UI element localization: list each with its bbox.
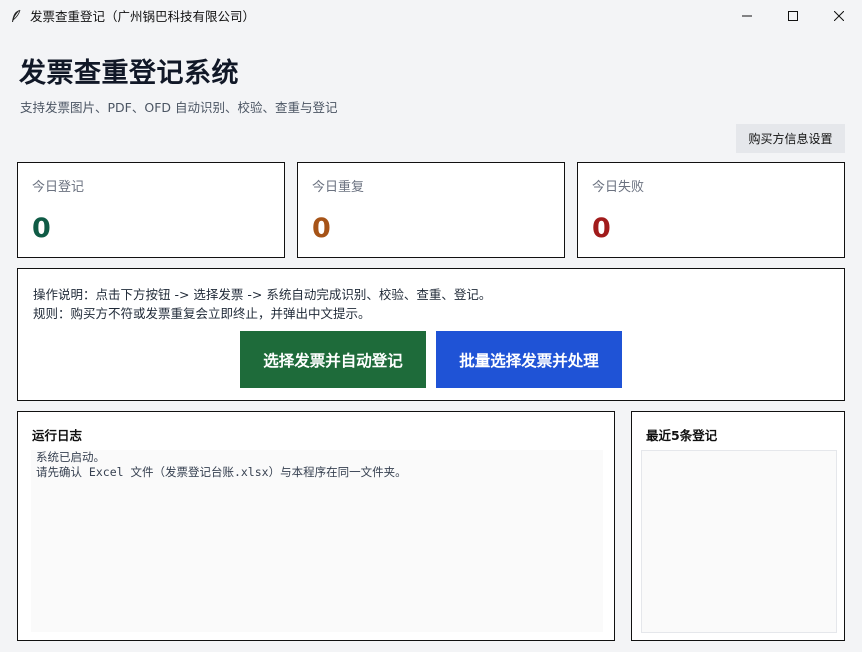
log-line: 系统已启动。 bbox=[36, 450, 105, 464]
rule-line: 规则：购买方不符或发票重复会立即终止，并弹出中文提示。 bbox=[33, 306, 371, 321]
feather-icon bbox=[10, 9, 24, 23]
close-icon bbox=[834, 10, 844, 21]
instruction-line: 操作说明：点击下方按钮 -> 选择发票 -> 系统自动完成识别、校验、查重、登记… bbox=[33, 287, 492, 302]
stat-label: 今日重复 bbox=[312, 180, 365, 195]
minimize-icon bbox=[742, 15, 752, 16]
stat-card-duplicate: 今日重复 0 bbox=[297, 162, 565, 258]
stat-label: 今日失败 bbox=[592, 180, 645, 195]
instructions-panel: 操作说明：点击下方按钮 -> 选择发票 -> 系统自动完成识别、校验、查重、登记… bbox=[17, 268, 845, 401]
window-title: 发票查重登记（广州锅巴科技有限公司） bbox=[30, 9, 256, 24]
stat-value: 0 bbox=[312, 213, 331, 244]
title-bar: 发票查重登记（广州锅巴科技有限公司） bbox=[0, 0, 862, 31]
stat-value: 0 bbox=[32, 213, 51, 244]
page-title: 发票查重登记系统 bbox=[19, 58, 239, 89]
recent-heading: 最近5条登记 bbox=[646, 428, 718, 443]
batch-process-button[interactable]: 批量选择发票并处理 bbox=[436, 331, 622, 388]
log-panel: 运行日志 系统已启动。 请先确认 Excel 文件（发票登记台账.xlsx）与本… bbox=[17, 411, 615, 641]
auto-register-button[interactable]: 选择发票并自动登记 bbox=[240, 331, 426, 388]
log-line: 请先确认 Excel 文件（发票登记台账.xlsx）与本程序在同一文件夹。 bbox=[36, 465, 407, 479]
stat-label: 今日登记 bbox=[32, 180, 85, 195]
buyer-settings-button[interactable]: 购买方信息设置 bbox=[736, 124, 845, 153]
recent-panel: 最近5条登记 bbox=[631, 411, 845, 641]
recent-list[interactable] bbox=[641, 450, 837, 633]
minimize-button[interactable] bbox=[724, 0, 770, 31]
stat-value: 0 bbox=[592, 213, 611, 244]
page-subtitle: 支持发票图片、PDF、OFD 自动识别、校验、查重与登记 bbox=[20, 100, 338, 115]
maximize-button[interactable] bbox=[770, 0, 816, 31]
window-body: 发票查重登记系统 支持发票图片、PDF、OFD 自动识别、校验、查重与登记 购买… bbox=[0, 31, 862, 652]
maximize-icon bbox=[788, 10, 798, 21]
log-textarea[interactable]: 系统已启动。 请先确认 Excel 文件（发票登记台账.xlsx）与本程序在同一… bbox=[31, 450, 603, 632]
stat-card-failed: 今日失败 0 bbox=[577, 162, 845, 258]
log-heading: 运行日志 bbox=[32, 428, 83, 443]
close-button[interactable] bbox=[816, 0, 862, 31]
stat-card-registered: 今日登记 0 bbox=[17, 162, 285, 258]
